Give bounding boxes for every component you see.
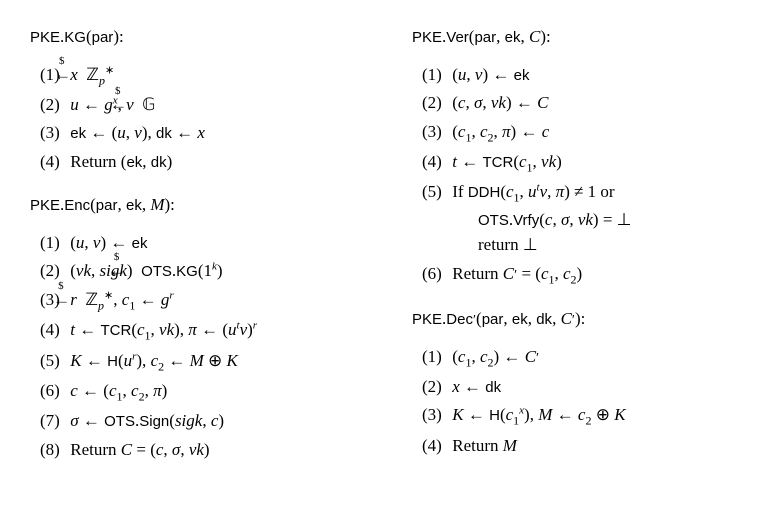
enc-steps: (1) (u, v) ← ek(2) (vk, sigk) $← OTS.KG(… [40, 230, 372, 463]
kg-steps: (1) x $← ℤp∗ (2) u ← gx, v $← 𝔾(3) ek ← (… [40, 62, 372, 175]
right-column: PKE.Ver(par, ek, C): (1) (u, v) ← ek(2) … [412, 20, 754, 474]
algo-step: (5) If DDH(c1, utv, π) ≠ 1 orOTS.Vrfy(c,… [422, 179, 754, 257]
algo-step: (2) (c, σ, vk) ← C [422, 90, 754, 116]
algo-step: (5) K ← H(ur), c2 ← M ⊕ K [40, 348, 372, 375]
algo-step: (6) c ← (c1, c2, π) [40, 378, 372, 405]
ver-title: PKE.Ver(par, ek, C): [412, 24, 754, 50]
left-column: PKE.KG(par): (1) x $← ℤp∗ (2) u ← gx, v $… [30, 20, 372, 474]
dec-title: PKE.Dec′(par, ek, dk, C′): [412, 306, 754, 332]
enc-title: PKE.Enc(par, ek, M): [30, 192, 372, 218]
two-column-layout: PKE.KG(par): (1) x $← ℤp∗ (2) u ← gx, v $… [30, 20, 754, 474]
algo-step: (1) (c1, c2) ← C′ [422, 344, 754, 371]
algo-step: (4) t ← TCR(c1, vk) [422, 149, 754, 176]
algo-step: (6) Return C′ = (c1, c2) [422, 261, 754, 288]
algo-step: (1) (u, v) ← ek [40, 230, 372, 256]
algo-step: (4) Return M [422, 433, 754, 459]
algo-step: (3) K ← H(c1x), M ← c2 ⊕ K [422, 402, 754, 429]
algo-step: (2) (vk, sigk) $← OTS.KG(1k) [40, 258, 372, 284]
algo-step: (4) t ← TCR(c1, vk), π ← (utv)r [40, 317, 372, 344]
dec-steps: (1) (c1, c2) ← C′ (2) x ← dk(3) K ← H(c1x… [422, 344, 754, 459]
algo-step: (4) Return (ek, dk) [40, 149, 372, 175]
algo-step: (1) x $← ℤp∗ [40, 62, 372, 89]
ver-steps: (1) (u, v) ← ek(2) (c, σ, vk) ← C (3) (c1… [422, 62, 754, 289]
algo-step: (3) ek ← (u, v), dk ← x [40, 120, 372, 146]
algo-step: (1) (u, v) ← ek [422, 62, 754, 88]
algo-step: (3) (c1, c2, π) ← c [422, 119, 754, 146]
algo-step: (7) σ ← OTS.Sign(sigk, c) [40, 408, 372, 434]
algo-step: (2) u ← gx, v $← 𝔾 [40, 92, 372, 118]
algo-step: (2) x ← dk [422, 374, 754, 400]
algo-step: (3) r $← ℤp∗, c1 ← gr [40, 287, 372, 314]
kg-title: PKE.KG(par): [30, 24, 372, 50]
algo-step: (8) Return C = (c, σ, vk) [40, 437, 372, 463]
